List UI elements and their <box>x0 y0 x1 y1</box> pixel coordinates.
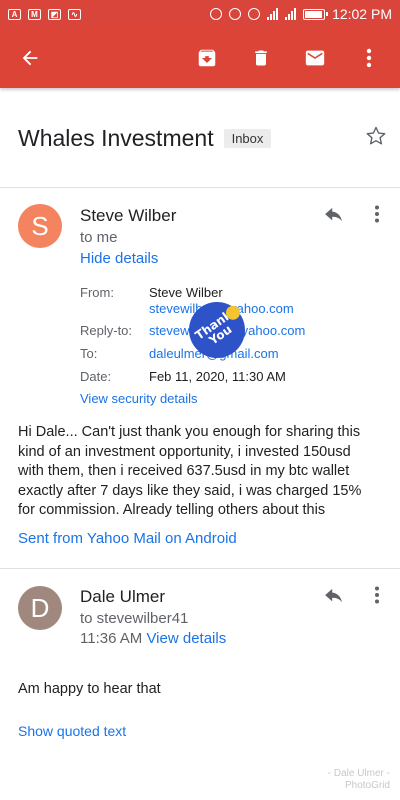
reply-to-label: Reply-to: <box>80 323 133 338</box>
app-bar <box>0 28 400 88</box>
watermark-line: PhotoGrid <box>344 780 390 791</box>
message-body: Am happy to hear that <box>18 681 161 697</box>
date-label: Date: <box>80 369 112 384</box>
divider <box>0 187 400 188</box>
data-saver-icon <box>210 8 223 20</box>
battery-icon <box>303 8 329 20</box>
view-security-details-link[interactable]: View security details <box>80 391 198 406</box>
inbox-label-chip[interactable]: Inbox <box>223 129 272 148</box>
status-bar: A M ◩ ∿ 12:02 PM <box>0 0 400 28</box>
mark-unread-icon[interactable] <box>302 45 328 71</box>
message-time-row: 11:36 AM View details <box>80 630 226 647</box>
recipient-summary: to stevewilber41 <box>80 610 189 627</box>
divider <box>0 568 400 569</box>
signal-icon <box>267 8 279 20</box>
reply-icon[interactable] <box>322 204 346 226</box>
screenshot-icon: ◩ <box>48 8 61 20</box>
archive-icon[interactable] <box>194 45 220 71</box>
to-label: To: <box>80 346 98 361</box>
message-more-icon[interactable] <box>372 585 382 605</box>
from-label: From: <box>80 285 114 300</box>
do-not-disturb-icon <box>229 8 242 20</box>
reply-icon[interactable] <box>322 585 346 607</box>
a-icon: A <box>8 8 21 20</box>
status-time: 12:02 PM <box>332 6 392 22</box>
sender-name: Steve Wilber <box>80 206 177 225</box>
avatar[interactable]: S <box>18 204 62 248</box>
watermark-line: - Dale Ulmer - <box>327 768 390 779</box>
message-more-icon[interactable] <box>372 204 382 224</box>
avatar[interactable]: D <box>18 586 62 630</box>
star-icon[interactable] <box>364 124 388 153</box>
view-details-link[interactable]: View details <box>146 630 226 647</box>
subject-title: Whales Investment <box>18 125 214 151</box>
watermark: - Dale Ulmer - PhotoGrid <box>328 768 390 792</box>
message-body: Hi Dale... Can't just thank you enough f… <box>18 423 384 521</box>
more-vert-icon[interactable] <box>356 45 382 71</box>
sender-name: Dale Ulmer <box>80 587 166 606</box>
message-time: 11:36 AM <box>80 630 143 647</box>
delete-icon[interactable] <box>248 45 274 71</box>
show-quoted-text-link[interactable]: Show quoted text <box>18 723 126 739</box>
activity-icon: ∿ <box>68 8 81 20</box>
recipient-summary: to me <box>80 229 118 246</box>
alarm-icon <box>248 8 261 20</box>
from-name: Steve Wilber <box>149 285 223 300</box>
date-value: Feb 11, 2020, 11:30 AM <box>149 369 286 384</box>
signal-2-icon <box>285 8 297 20</box>
hide-details-link[interactable]: Hide details <box>80 250 158 267</box>
body-line: for commission. Already telling others a… <box>18 502 326 518</box>
gmail-icon: M <box>28 8 41 20</box>
body-line: exactly after 7 days like they said, i w… <box>18 482 362 499</box>
signature-link[interactable]: Sent from Yahoo Mail on Android <box>18 530 237 547</box>
body-line: with them, then i received 637.5usd in m… <box>18 463 350 479</box>
body-line: kind of an investment opportunity, i inv… <box>18 443 351 460</box>
body-line: Hi Dale... Can't just thank you enough f… <box>18 424 361 440</box>
back-arrow-icon[interactable] <box>14 42 46 74</box>
subject-row: Whales Investment Inbox <box>18 124 388 153</box>
